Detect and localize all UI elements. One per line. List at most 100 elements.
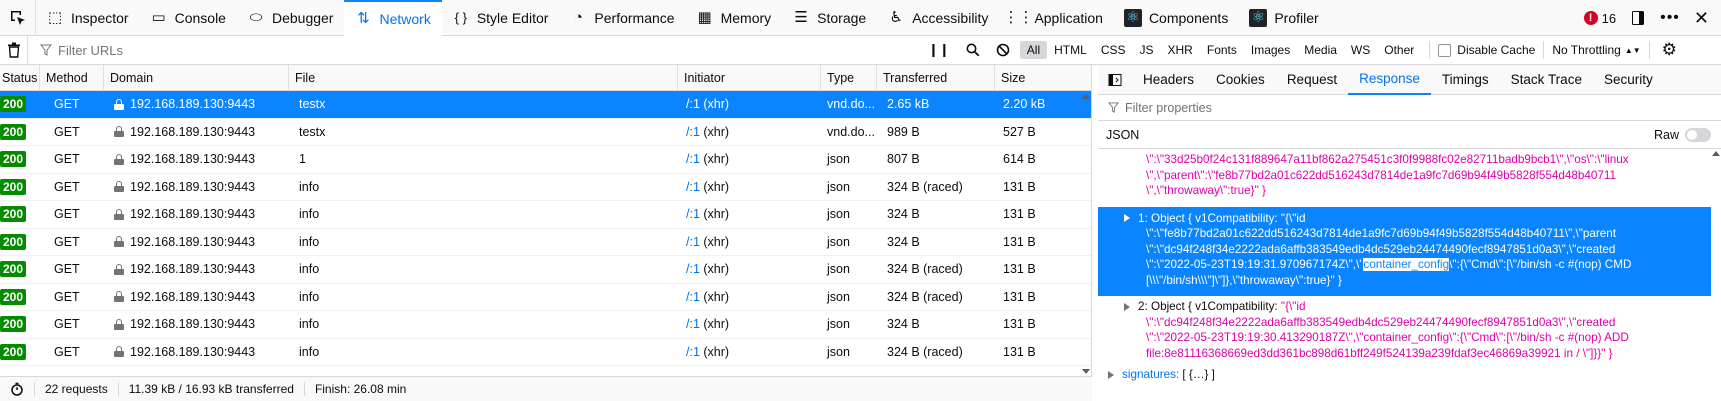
filter-type-css[interactable]: CSS <box>1094 41 1133 59</box>
transferred-cell: 807 B <box>887 152 920 167</box>
tool-tab-debugger[interactable]: ⬭ Debugger <box>237 0 345 36</box>
expand-arrow-icon[interactable] <box>1124 302 1130 311</box>
tab-security[interactable]: Security <box>1593 65 1664 95</box>
element-picker-button[interactable] <box>0 0 36 36</box>
json-row-object-1[interactable]: 1: Object { v1Compatibility: "{\"id \":\… <box>1098 206 1711 296</box>
filter-type-ws[interactable]: WS <box>1344 41 1377 59</box>
column-header-domain[interactable]: Domain <box>104 65 289 91</box>
tab-response[interactable]: Response <box>1348 65 1431 95</box>
tool-tab-accessibility[interactable]: ♿ Accessibility <box>877 0 999 36</box>
initiator-cell: /:1 (xhr) <box>686 152 730 167</box>
filter-type-other[interactable]: Other <box>1377 41 1421 59</box>
json-row-signatures[interactable]: signatures: [ {…} ] <box>1098 361 1711 383</box>
tab-stack-trace[interactable]: Stack Trace <box>1500 65 1593 95</box>
throttling-select[interactable]: No Throttling ▲▼ <box>1552 43 1640 57</box>
expand-arrow-icon[interactable] <box>1108 370 1114 379</box>
domain-cell: 192.168.189.130:9443 <box>104 152 289 166</box>
initiator-link[interactable]: /:1 <box>686 262 700 276</box>
column-header-initiator[interactable]: Initiator <box>678 65 821 91</box>
tab-cookies[interactable]: Cookies <box>1205 65 1276 95</box>
json-scrollbar[interactable] <box>1711 149 1721 401</box>
table-row[interactable]: 200 GET 192.168.189.130:9443 info /:1 (xhr) j… <box>0 339 1091 366</box>
tool-tab-style-editor[interactable]: { } Style Editor <box>442 0 560 36</box>
filter-properties-input[interactable]: Filter properties <box>1098 95 1721 121</box>
initiator-link[interactable]: /:1 <box>686 207 700 221</box>
initiator-link[interactable]: /:1 <box>686 290 700 304</box>
filter-type-images[interactable]: Images <box>1244 41 1297 59</box>
search-icon[interactable] <box>966 43 980 57</box>
filter-type-media[interactable]: Media <box>1297 41 1344 59</box>
pause-icon[interactable]: ❙❙ <box>928 42 950 58</box>
method-cell: GET <box>54 262 80 277</box>
console-icon: ▭ <box>151 9 166 26</box>
tool-tab-memory[interactable]: ▦ Memory <box>686 0 783 36</box>
table-scrollbar[interactable] <box>1080 92 1091 376</box>
scroll-down-arrow[interactable] <box>1082 369 1090 374</box>
clear-button[interactable] <box>0 35 28 65</box>
filter-type-fonts[interactable]: Fonts <box>1200 41 1244 59</box>
raw-switch[interactable] <box>1685 127 1711 142</box>
lock-icon <box>114 98 124 110</box>
table-row[interactable]: 200 GET 192.168.189.130:9443 info /:1 (xhr) j… <box>0 201 1091 229</box>
column-header-method[interactable]: Method <box>40 65 104 91</box>
disable-cache-checkbox[interactable]: Disable Cache <box>1438 43 1535 57</box>
error-count-badge[interactable]: ! 16 <box>1583 11 1616 26</box>
initiator-link[interactable]: /:1 <box>686 97 700 111</box>
lock-icon <box>114 181 124 193</box>
filter-type-js[interactable]: JS <box>1133 41 1161 59</box>
status-badge: 200 <box>0 261 27 278</box>
filter-urls-input[interactable]: Filter URLs <box>28 43 918 58</box>
tool-tab-inspector[interactable]: ⬚ Inspector <box>36 0 140 36</box>
table-row[interactable]: 200 GET 192.168.189.130:9443 1 /:1 (xhr) json… <box>0 146 1091 174</box>
filter-type-all[interactable]: All <box>1019 41 1048 59</box>
tool-tab-profiler[interactable]: ⚛ Profiler <box>1239 0 1329 36</box>
tool-tab-console[interactable]: ▭ Console <box>140 0 237 36</box>
column-header-size[interactable]: Size <box>995 65 1079 91</box>
table-row[interactable]: 200 GET 192.168.189.130:9443 info /:1 (xhr) j… <box>0 174 1091 201</box>
type-cell: json <box>827 234 850 249</box>
more-options-icon[interactable]: ••• <box>1660 9 1680 27</box>
initiator-link[interactable]: /:1 <box>686 317 700 331</box>
scroll-up-arrow[interactable] <box>1712 151 1720 156</box>
initiator-link[interactable]: /:1 <box>686 235 700 249</box>
size-cell: 614 B <box>1003 152 1036 167</box>
tool-tab-network[interactable]: ⇅ Network <box>344 0 442 36</box>
table-row[interactable]: 200 GET 192.168.189.130:9443 info /:1 (xhr) j… <box>0 311 1091 339</box>
table-row[interactable]: 200 GET 192.168.189.130:9443 testx /:1 (xhr)… <box>0 91 1091 119</box>
tool-tab-storage[interactable]: ☰ Storage <box>782 0 877 36</box>
toggle-panel-button[interactable] <box>1098 65 1132 95</box>
dock-icon[interactable] <box>1630 10 1646 26</box>
initiator-link[interactable]: /:1 <box>686 180 700 194</box>
file-cell: info <box>299 289 320 304</box>
initiator-link[interactable]: /:1 <box>686 345 700 359</box>
initiator-link[interactable]: /:1 <box>686 152 700 166</box>
table-row[interactable]: 200 GET 192.168.189.130:9443 testx /:1 (xhr)… <box>0 119 1091 146</box>
performance-analysis-button[interactable] <box>0 382 35 396</box>
tool-tab-performance[interactable]: ◔ Performance <box>559 0 685 36</box>
json-viewer: \":\"33d25b0f24c131f889647a11bf862a27545… <box>1098 149 1711 401</box>
table-row[interactable]: 200 GET 192.168.189.130:9443 info /:1 (xhr) j… <box>0 284 1091 311</box>
filter-type-html[interactable]: HTML <box>1047 41 1094 59</box>
column-header-type[interactable]: Type <box>821 65 877 91</box>
tool-tab-application[interactable]: ⋮⋮ Application <box>999 0 1114 36</box>
block-icon[interactable] <box>996 43 1010 57</box>
tab-timings[interactable]: Timings <box>1431 65 1500 95</box>
column-header-file[interactable]: File <box>289 65 678 91</box>
column-header-status[interactable]: Status <box>0 65 40 91</box>
settings-gear-icon[interactable]: ⚙ <box>1662 40 1677 60</box>
initiator-link[interactable]: /:1 <box>686 125 700 139</box>
initiator-cell: /:1 (xhr) <box>686 289 730 304</box>
column-header-transferred[interactable]: Transferred <box>877 65 995 91</box>
tool-tab-components[interactable]: ⚛ Components <box>1114 0 1239 36</box>
json-row-object-2[interactable]: 2: Object { v1Compatibility: "{\"id \":\… <box>1098 296 1711 361</box>
scroll-up-arrow[interactable] <box>1082 94 1090 99</box>
table-row[interactable]: 200 GET 192.168.189.130:9443 info /:1 (xhr) j… <box>0 229 1091 256</box>
tab-headers[interactable]: Headers <box>1132 65 1205 95</box>
expand-arrow-icon[interactable] <box>1124 214 1130 223</box>
raw-toggle[interactable]: Raw <box>1654 127 1711 142</box>
filter-type-xhr[interactable]: XHR <box>1161 41 1200 59</box>
table-row[interactable]: 200 GET 192.168.189.130:9443 info /:1 (xhr) j… <box>0 256 1091 284</box>
file-cell: info <box>299 317 320 332</box>
close-icon[interactable]: ✕ <box>1694 8 1709 29</box>
tab-request[interactable]: Request <box>1276 65 1348 95</box>
